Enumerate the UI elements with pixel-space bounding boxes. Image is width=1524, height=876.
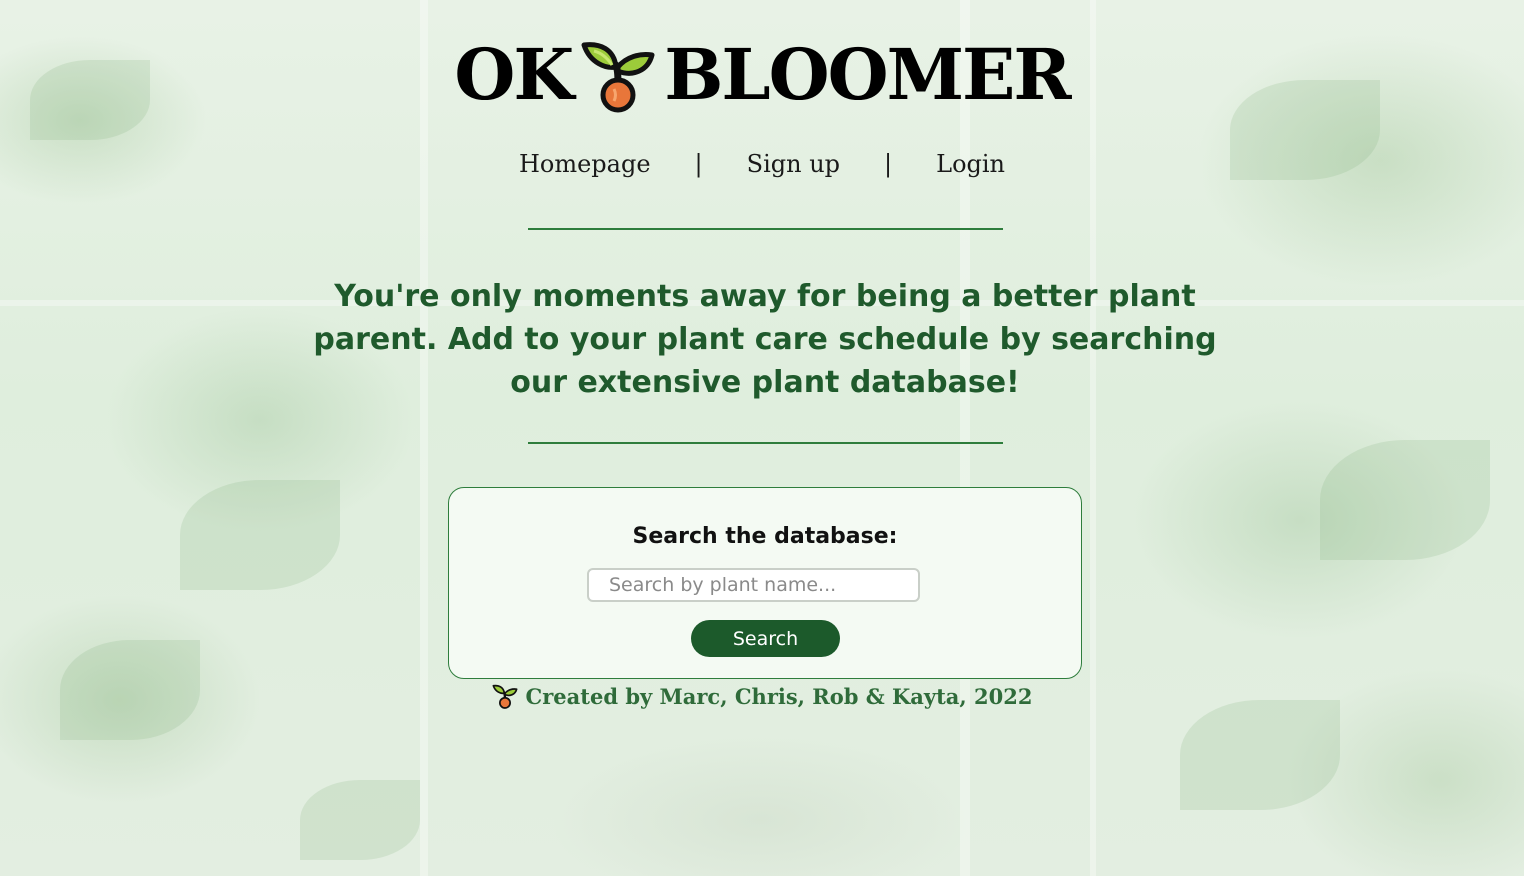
- background-image: [0, 0, 1524, 876]
- search-button[interactable]: Search: [691, 620, 840, 657]
- nav-sign-up[interactable]: Sign up: [747, 150, 840, 178]
- intro-text: You're only moments away for being a bet…: [313, 279, 1217, 400]
- sprout-icon: [492, 684, 518, 709]
- nav-separator: |: [884, 150, 893, 178]
- nav-separator: |: [694, 150, 703, 178]
- nav-homepage[interactable]: Homepage: [519, 150, 651, 178]
- search-card: Search the database: Search: [448, 487, 1082, 679]
- divider-bottom: [528, 442, 1003, 444]
- main-nav: Homepage | Sign up | Login: [0, 150, 1524, 178]
- sprout-icon: [581, 42, 655, 113]
- divider-top: [528, 228, 1003, 230]
- logo-text-left: OK: [454, 33, 574, 116]
- logo-text-right: BLOOMER: [664, 33, 1071, 116]
- nav-login[interactable]: Login: [936, 150, 1005, 178]
- footer: Created by Marc, Chris, Rob & Kayta, 202…: [0, 683, 1524, 709]
- footer-credits: Created by Marc, Chris, Rob & Kayta, 202…: [525, 683, 1033, 709]
- search-input[interactable]: [587, 568, 920, 602]
- search-title: Search the database:: [632, 524, 898, 549]
- site-logo[interactable]: OK BLOOMER: [0, 30, 1524, 120]
